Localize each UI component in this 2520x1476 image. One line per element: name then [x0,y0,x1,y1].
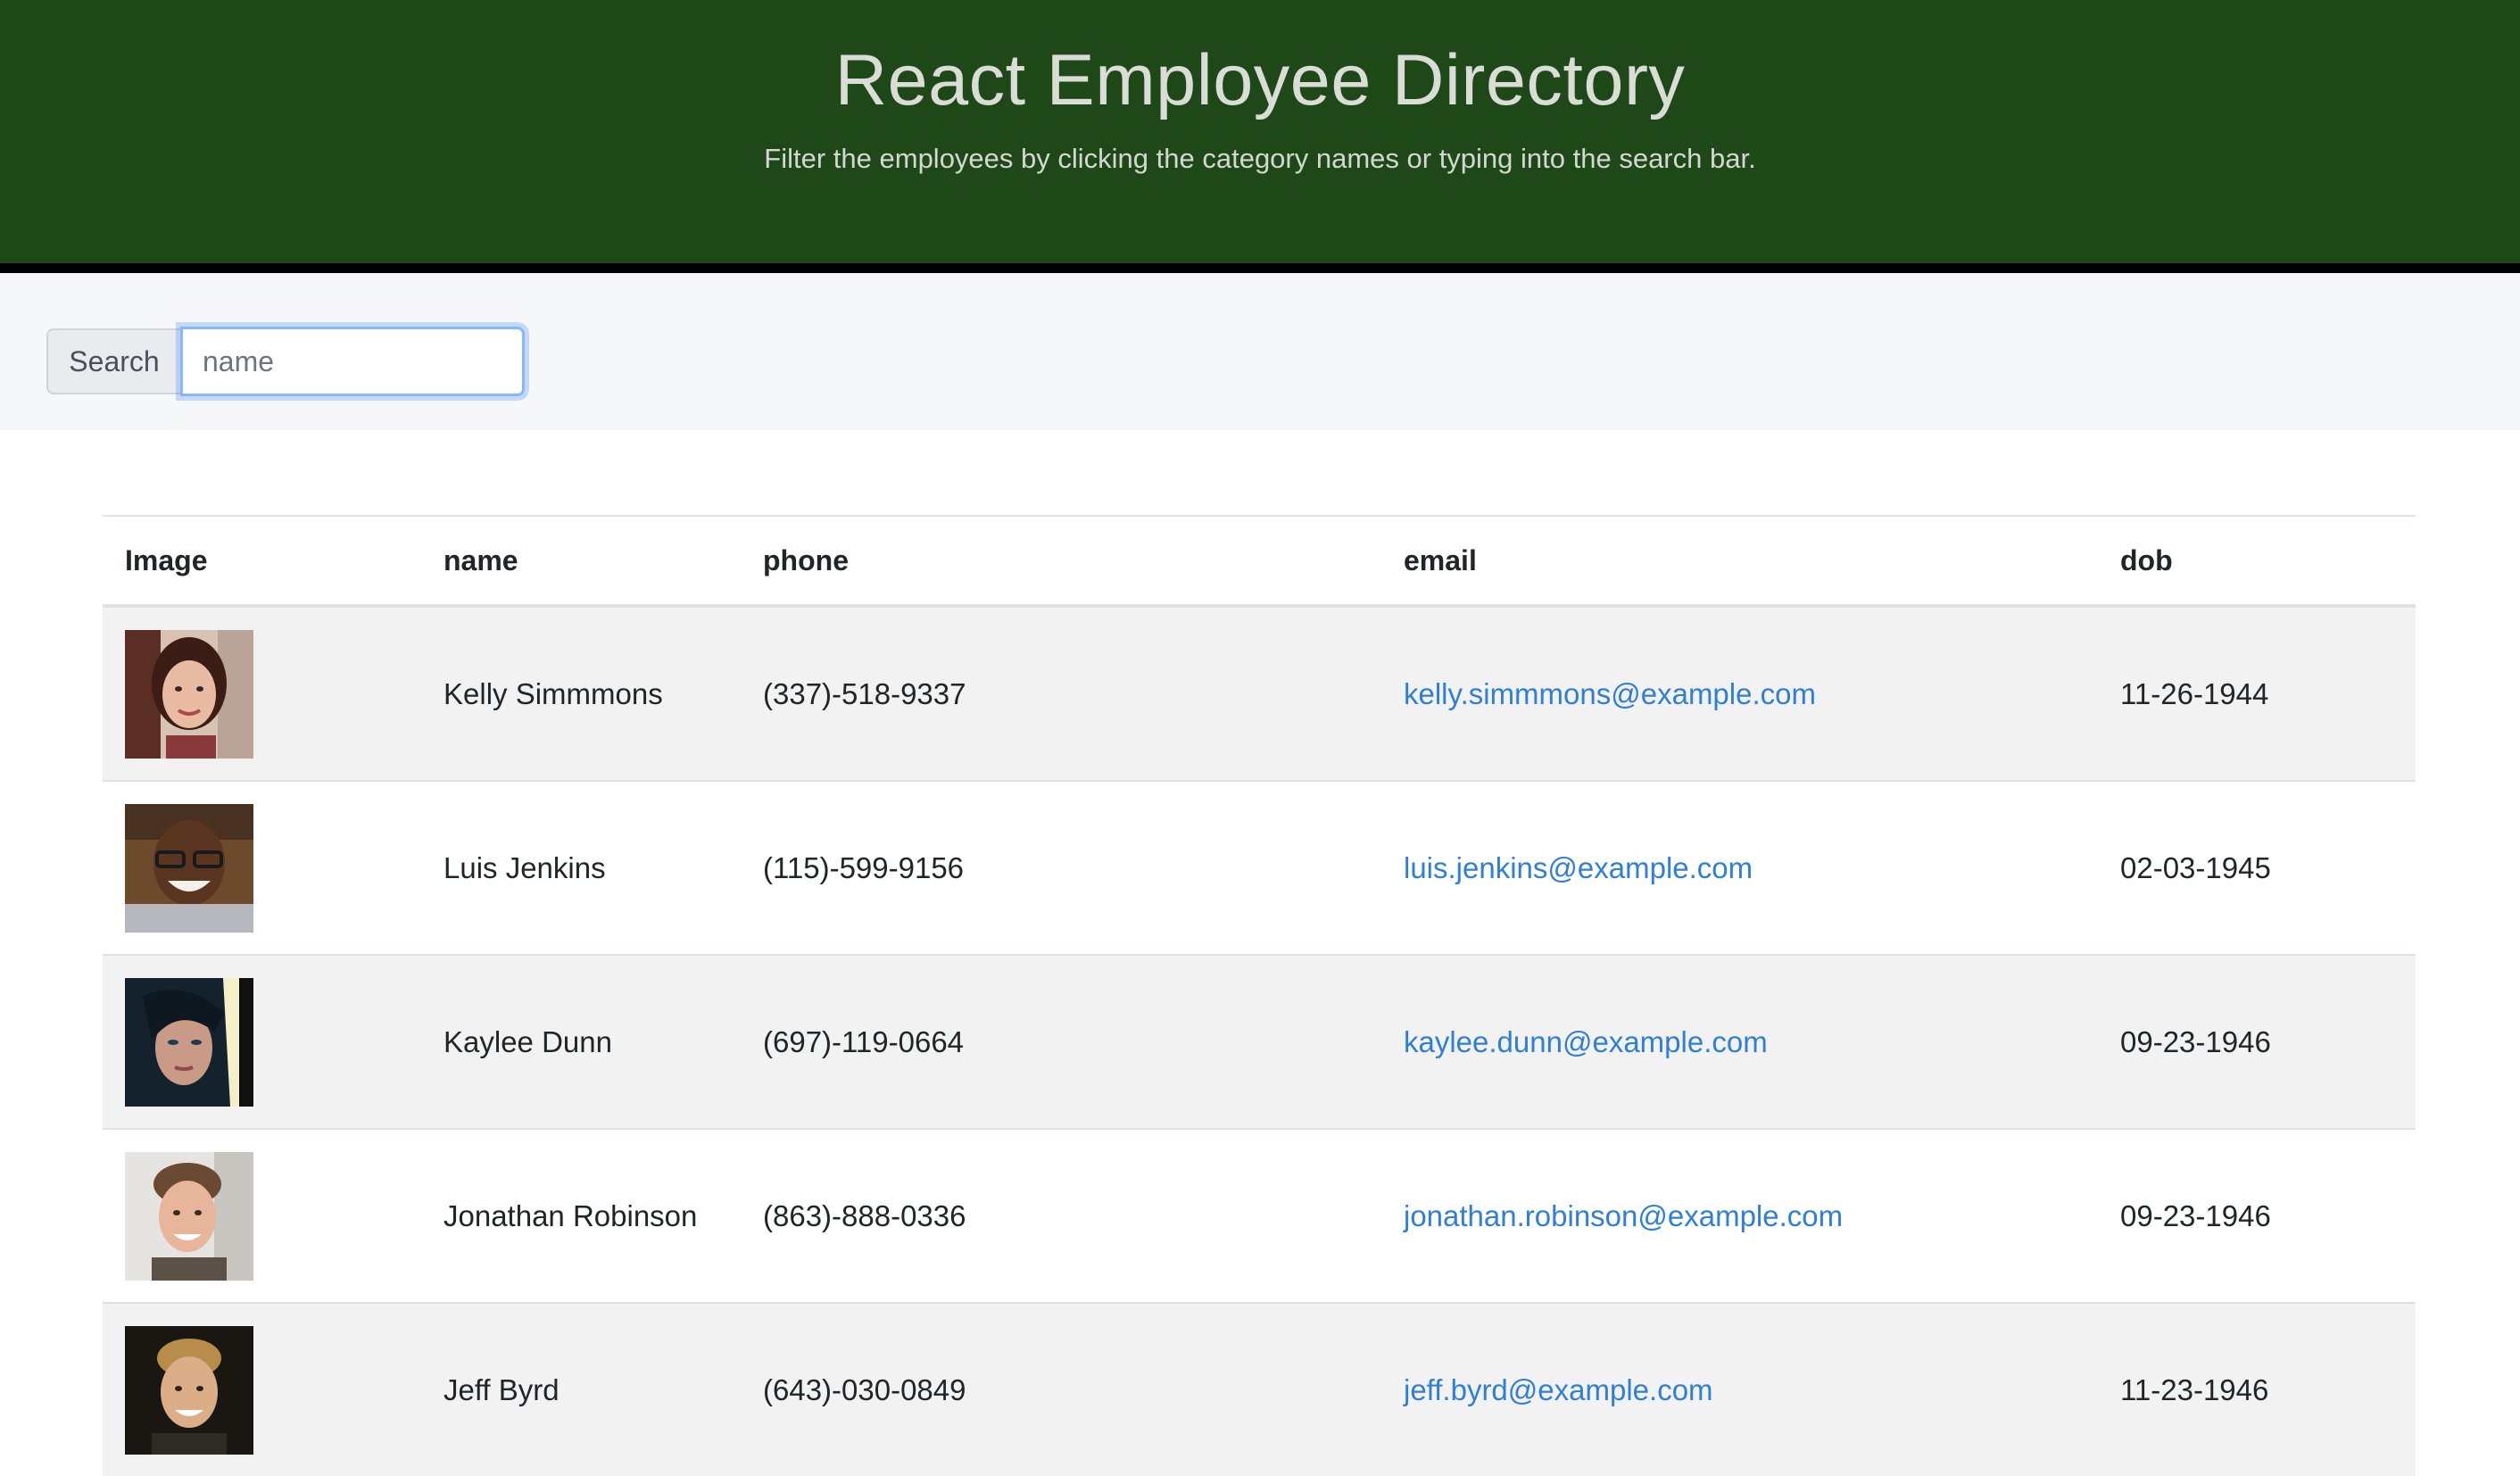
employee-phone: (863)-888-0336 [741,1128,1381,1303]
employee-dob: 02-03-1945 [2098,780,2416,955]
employee-avatar [125,1325,253,1455]
employee-email-link[interactable]: luis.jenkins@example.com [1404,851,1753,884]
table-row: Luis Jenkins (115)-599-9156 luis.jenkins… [103,780,2416,955]
page-subtitle: Filter the employees by clicking the cat… [764,143,1756,174]
employee-phone: (697)-119-0664 [741,954,1381,1129]
employee-name: Kaylee Dunn [421,954,741,1129]
employee-email-link[interactable]: kelly.simmmons@example.com [1404,677,1816,710]
employee-avatar [125,629,253,759]
page-header: React Employee Directory Filter the empl… [0,0,2520,273]
table-row: Kaylee Dunn (697)-119-0664 kaylee.dunn@e… [103,954,2416,1129]
table-row: Jonathan Robinson (863)-888-0336 jonatha… [103,1128,2416,1303]
employee-dob: 11-23-1946 [2098,1302,2416,1476]
column-header-image[interactable]: Image [103,515,421,608]
employee-table-container: Image name phone email dob Kelly Simmmon… [103,515,2416,1476]
search-input-group: Search [46,327,525,396]
employee-avatar [125,977,253,1107]
employee-phone: (115)-599-9156 [741,780,1381,955]
employee-email-link[interactable]: jonathan.robinson@example.com [1404,1199,1843,1232]
employee-avatar [125,1151,253,1281]
employee-email-link[interactable]: jeff.byrd@example.com [1404,1373,1713,1406]
employee-name: Jonathan Robinson [421,1128,741,1303]
employee-name: Jeff Byrd [421,1302,741,1476]
search-label: Search [46,328,180,394]
table-header-row: Image name phone email dob [103,515,2416,608]
employee-avatar [125,803,253,933]
table-row: Jeff Byrd (643)-030-0849 jeff.byrd@examp… [103,1302,2416,1476]
employee-dob: 09-23-1946 [2098,1128,2416,1303]
column-header-email[interactable]: email [1381,515,2098,608]
page-title: React Employee Directory [834,40,1686,120]
search-bar: Search [0,273,2520,430]
employee-email-link[interactable]: kaylee.dunn@example.com [1404,1025,1768,1058]
employee-table: Image name phone email dob Kelly Simmmon… [103,515,2416,1476]
employee-name: Luis Jenkins [421,780,741,955]
column-header-name[interactable]: name [421,515,741,608]
table-row: Kelly Simmmons (337)-518-9337 kelly.simm… [103,605,2416,781]
employee-phone: (337)-518-9337 [741,605,1381,781]
search-input[interactable] [180,327,525,396]
employee-dob: 11-26-1944 [2098,605,2416,781]
employee-name: Kelly Simmmons [421,605,741,781]
column-header-dob[interactable]: dob [2098,515,2416,608]
employee-dob: 09-23-1946 [2098,954,2416,1129]
employee-phone: (643)-030-0849 [741,1302,1381,1476]
column-header-phone[interactable]: phone [741,515,1381,608]
